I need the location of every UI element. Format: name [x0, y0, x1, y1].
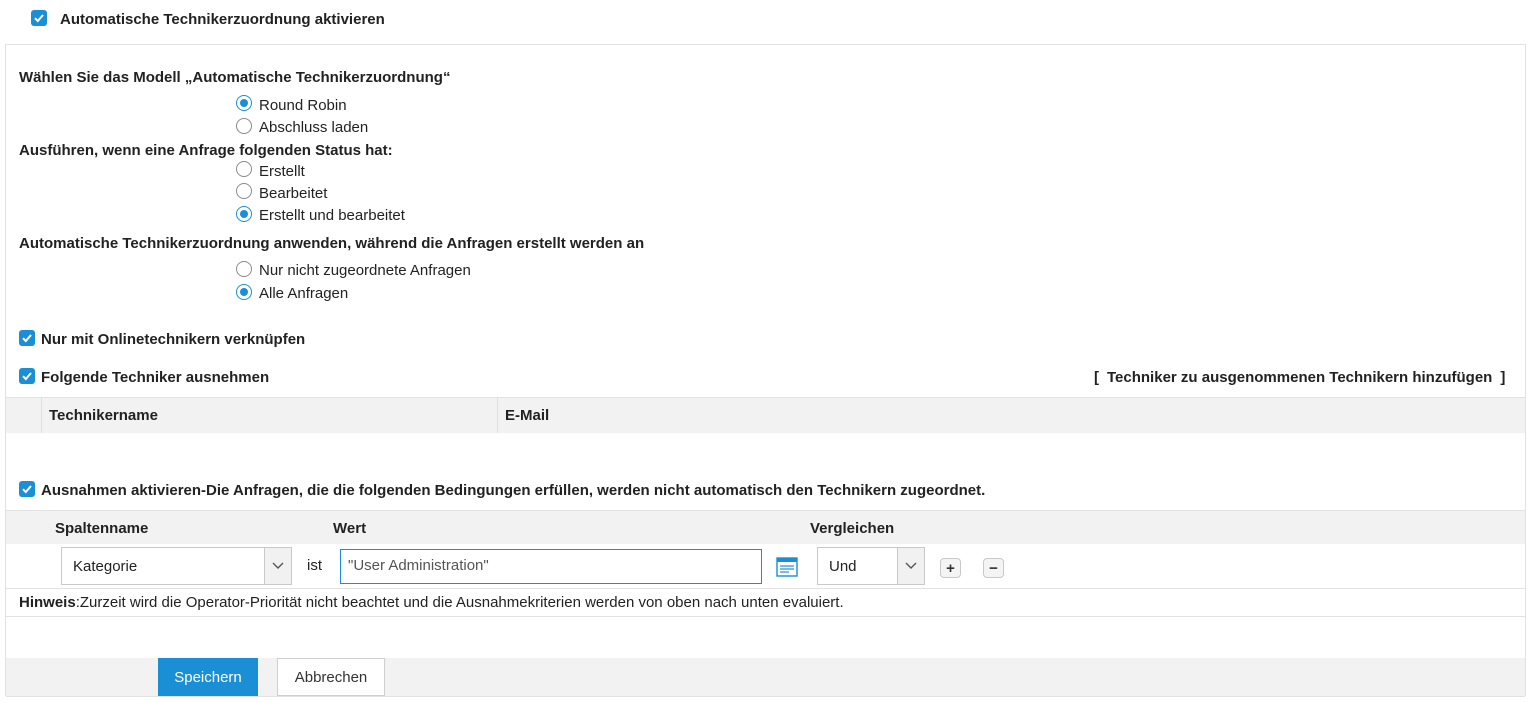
- radio-label-edited: Bearbeitet: [259, 185, 328, 202]
- radio-label-round-robin: Round Robin: [259, 97, 347, 114]
- radio-all-requests[interactable]: [236, 284, 252, 300]
- plus-icon: +: [946, 559, 955, 577]
- radio-round-robin[interactable]: [236, 95, 252, 111]
- checkmark-icon: [34, 14, 44, 23]
- panel-left-border: [5, 44, 6, 696]
- status-section-title: Ausführen, wenn eine Anfrage folgenden S…: [19, 142, 393, 159]
- column-compare-header: Vergleichen: [810, 520, 895, 537]
- model-section-title: Wählen Sie das Modell „Automatische Tech…: [19, 69, 451, 86]
- exceptions-checkbox[interactable]: [19, 481, 35, 497]
- enable-assignment-label: Automatische Technikerzuordnung aktivier…: [60, 11, 385, 28]
- note: Hinweis:Zurzeit wird die Operator-Priori…: [19, 594, 844, 611]
- exceptions-table-header: Spaltenname Wert Vergleichen: [6, 511, 1525, 544]
- checkmark-icon: [22, 334, 32, 343]
- compare-select[interactable]: Und: [817, 547, 925, 585]
- operator-text: ist: [307, 557, 322, 574]
- radio-label-unassigned-only: Nur nicht zugeordnete Anfragen: [259, 262, 471, 279]
- note-text: :Zurzeit wird die Operator-Priorität nic…: [75, 594, 844, 611]
- panel-top-border: [5, 44, 1525, 45]
- exclude-technicians-label: Folgende Techniker ausnehmen: [41, 369, 270, 386]
- radio-unassigned-only[interactable]: [236, 261, 252, 277]
- add-criteria-button[interactable]: +: [940, 558, 961, 578]
- exceptions-label: Ausnahmen aktivieren-Die Anfragen, die d…: [41, 482, 986, 499]
- radio-load-completion[interactable]: [236, 118, 252, 134]
- panel-right-border: [1525, 44, 1526, 696]
- exclude-technicians-checkbox[interactable]: [19, 368, 35, 384]
- compare-select-value: Und: [829, 557, 857, 575]
- criteria-divider: [6, 588, 1525, 589]
- radio-created[interactable]: [236, 161, 252, 177]
- radio-created-and-edited[interactable]: [236, 206, 252, 222]
- remove-criteria-button[interactable]: −: [983, 558, 1004, 578]
- checkmark-icon: [22, 372, 32, 381]
- add-excluded-technicians-link[interactable]: Techniker zu ausgenommenen Technikern hi…: [1107, 369, 1492, 386]
- radio-label-load-completion: Abschluss laden: [259, 119, 369, 136]
- column-value-header: Wert: [333, 520, 367, 537]
- radio-label-created: Erstellt: [259, 163, 305, 180]
- radio-label-created-and-edited: Erstellt und bearbeitet: [259, 207, 405, 224]
- chevron-down-icon: [897, 548, 924, 584]
- header-divider: [41, 398, 42, 433]
- online-only-checkbox[interactable]: [19, 330, 35, 346]
- column-email: E-Mail: [505, 407, 550, 424]
- link-bracket-close: ]: [1500, 369, 1506, 386]
- column-select-value: Kategorie: [73, 557, 138, 575]
- cancel-button[interactable]: Abbrechen: [277, 658, 385, 696]
- checkmark-icon: [22, 485, 32, 494]
- apply-section-title: Automatische Technikerzuordnung anwenden…: [19, 235, 645, 252]
- radio-label-all-requests: Alle Anfragen: [259, 285, 349, 302]
- link-bracket-open: [: [1094, 369, 1099, 386]
- radio-edited[interactable]: [236, 183, 252, 199]
- excluded-technicians-table-header: Technikername E-Mail: [6, 397, 1525, 433]
- add-excluded-technicians-link-wrapper: [ Techniker zu ausgenommenen Technikern …: [1094, 369, 1505, 386]
- note-label: Hinweis: [19, 594, 76, 611]
- online-only-label: Nur mit Onlinetechnikern verknüpfen: [41, 331, 306, 348]
- note-divider: [6, 616, 1525, 617]
- column-select[interactable]: Kategorie: [61, 547, 292, 585]
- column-technician-name: Technikername: [49, 407, 158, 424]
- minus-icon: −: [989, 559, 998, 577]
- chevron-down-icon: [264, 548, 291, 584]
- value-picker-icon[interactable]: [776, 557, 798, 577]
- column-name-header: Spaltenname: [55, 520, 149, 537]
- enable-assignment-checkbox[interactable]: [31, 10, 47, 26]
- header-divider: [497, 398, 498, 433]
- value-input[interactable]: "User Administration": [340, 549, 762, 584]
- value-input-text: "User Administration": [348, 557, 489, 574]
- save-button[interactable]: Speichern: [158, 658, 258, 696]
